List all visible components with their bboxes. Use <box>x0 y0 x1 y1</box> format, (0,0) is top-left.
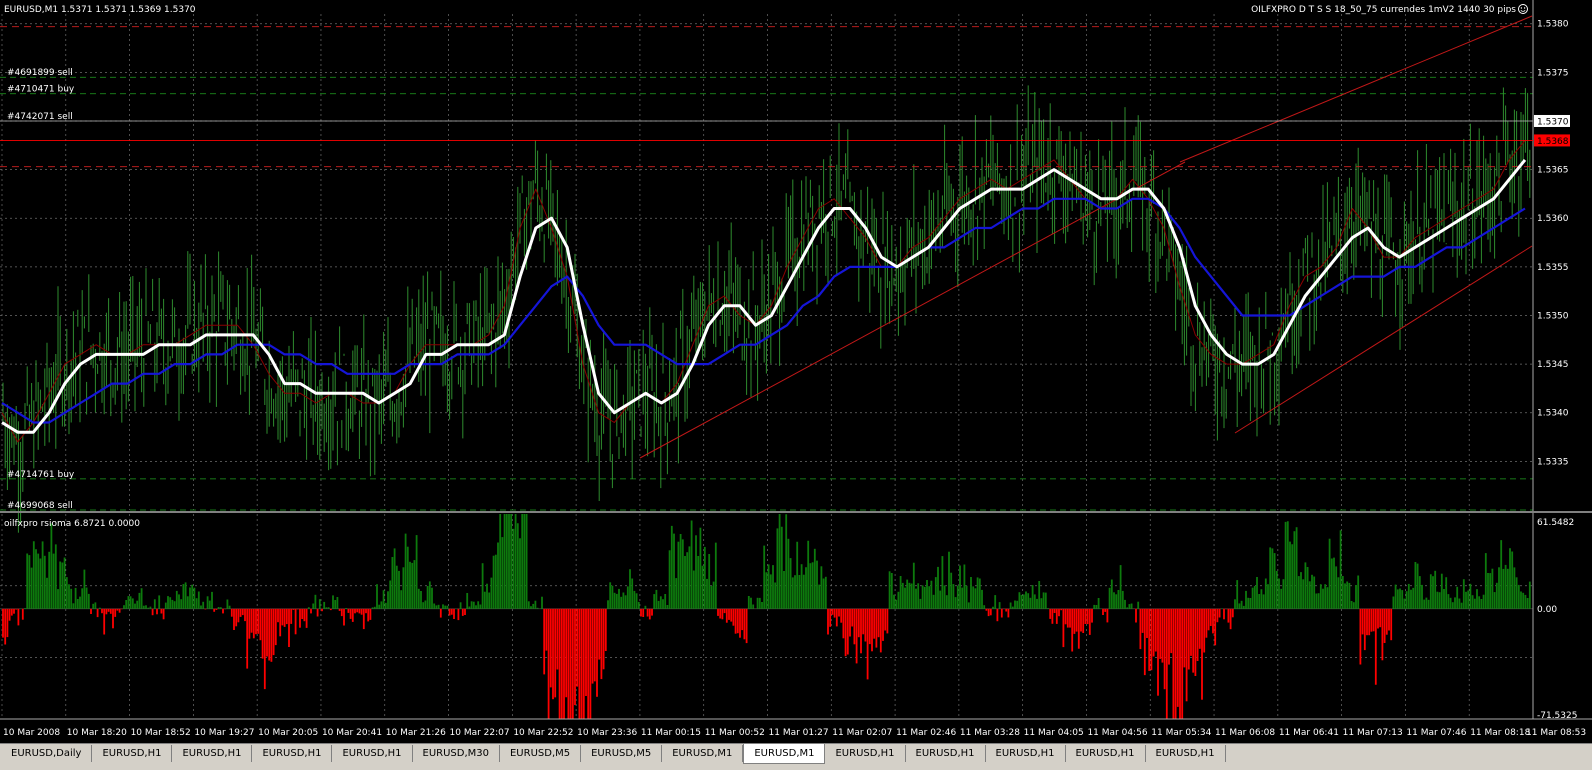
time-tick-label: 11 Mar 06:41 <box>1279 728 1339 738</box>
order-label: #4714761 buy <box>7 470 75 480</box>
price-tick-label: 1.5365 <box>1537 166 1569 176</box>
order-label: #4710471 buy <box>7 85 75 95</box>
chart-tab[interactable]: EURUSD,H1 <box>825 745 906 762</box>
time-tick-label: 11 Mar 04:05 <box>1024 728 1084 738</box>
time-tick-label: 10 Mar 20:05 <box>258 728 318 738</box>
chart-tab[interactable]: EURUSD,M1 <box>662 745 744 762</box>
time-tick-label: 11 Mar 07:13 <box>1343 728 1403 738</box>
chart-tab[interactable]: EURUSD,M5 <box>581 745 663 762</box>
time-tick-label: 10 Mar 19:27 <box>194 728 254 738</box>
time-tick-label: 11 Mar 02:07 <box>832 728 892 738</box>
time-tick-label: 11 Mar 03:28 <box>960 728 1020 738</box>
chart-tab[interactable]: EURUSD,H1 <box>1066 745 1146 762</box>
price-tick-label: 1.5345 <box>1537 360 1569 370</box>
price-tick-label: 1.5350 <box>1537 311 1569 321</box>
order-label: #4699068 sell <box>7 501 73 511</box>
time-tick-label: 11 Mar 02:46 <box>896 728 956 738</box>
time-tick-label: 11 Mar 06:08 <box>1215 728 1275 738</box>
time-tick-label: 11 Mar 01:27 <box>769 728 829 738</box>
time-tick-label: 10 Mar 21:26 <box>386 728 446 738</box>
chart-tab[interactable]: EURUSD,H1 <box>986 745 1066 762</box>
price-tick-label: 1.5375 <box>1537 68 1569 78</box>
indicator-info: oilfxpro rsioma 6.8721 0.0000 <box>4 519 140 529</box>
time-tick-label: 11 Mar 00:15 <box>641 728 701 738</box>
time-tick-label: 11 Mar 08:53 <box>1526 728 1586 738</box>
price-tick-label: 1.5360 <box>1537 214 1569 224</box>
time-tick-label: 10 Mar 23:36 <box>577 728 637 738</box>
time-tick-label: 10 Mar 22:52 <box>513 728 573 738</box>
time-tick-label: 11 Mar 05:34 <box>1151 728 1211 738</box>
chart-tab[interactable]: EURUSD,M1 <box>743 744 826 764</box>
order-label: #4742071 sell <box>7 112 73 122</box>
time-tick-label: 10 Mar 18:52 <box>131 728 191 738</box>
time-tick-label: 11 Mar 08:18 <box>1470 728 1530 738</box>
price-tick-label: 1.5335 <box>1537 457 1569 467</box>
time-tick-label: 10 Mar 2008 <box>3 728 60 738</box>
time-tick-label: 11 Mar 00:52 <box>705 728 765 738</box>
time-tick-label: 10 Mar 18:20 <box>67 728 127 738</box>
oscillator-tick-label: 0.00 <box>1537 605 1557 615</box>
ask-price-label: 1.5368 <box>1537 137 1569 147</box>
chart-tab-bar: EURUSD,Daily EURUSD,H1 EURUSD,H1 EURUSD,H1 E… <box>0 743 1592 770</box>
oscillator-tick-label: 61.5482 <box>1537 518 1574 528</box>
chart-tab[interactable]: EURUSD,Daily <box>1 745 93 762</box>
time-tick-label: 10 Mar 22:07 <box>450 728 510 738</box>
price-chart[interactable]: #4691899 sell #4710471 buy #4742071 sell #4… <box>0 0 1592 743</box>
chart-symbol-info: EURUSD,M1 1.5371 1.5371 1.5369 1.5370 <box>4 5 196 15</box>
chart-tab[interactable]: EURUSD,M30 <box>413 745 500 762</box>
chart-tab[interactable]: EURUSD,H1 <box>1146 745 1226 762</box>
price-tick-label: 1.5340 <box>1537 409 1569 419</box>
order-label: #4691899 sell <box>7 68 73 78</box>
time-tick-label: 11 Mar 04:56 <box>1087 728 1147 738</box>
chart-tab[interactable]: EURUSD,H1 <box>332 745 413 762</box>
current-price-label: 1.5370 <box>1537 117 1569 127</box>
chart-tab[interactable]: EURUSD,H1 <box>92 745 173 762</box>
expert-advisor-info: OILFXPRO D T S S 18_50_75 currendes 1mV2… <box>1251 5 1516 15</box>
chart-tab[interactable]: EURUSD,H1 <box>172 745 253 762</box>
price-tick-label: 1.5355 <box>1537 263 1569 273</box>
time-tick-label: 11 Mar 07:46 <box>1406 728 1466 738</box>
chart-tab[interactable]: EURUSD,H1 <box>906 745 986 762</box>
time-tick-label: 10 Mar 20:41 <box>322 728 382 738</box>
price-tick-label: 1.5380 <box>1537 20 1569 30</box>
chart-tab[interactable]: EURUSD,M5 <box>500 745 582 762</box>
chart-tab[interactable]: EURUSD,H1 <box>252 745 333 762</box>
